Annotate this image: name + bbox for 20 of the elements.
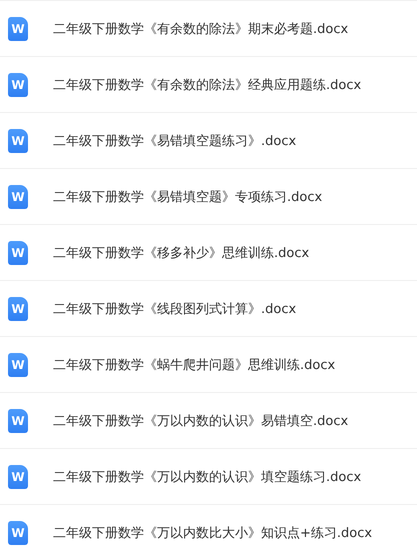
word-file-icon: W	[8, 296, 28, 320]
file-name[interactable]: 二年级下册数学《万以内数的认识》填空题练习.docx	[53, 468, 362, 486]
word-file-icon: W	[8, 408, 28, 432]
word-file-icon: W	[8, 352, 28, 376]
file-name[interactable]: 二年级下册数学《万以内数的认识》易错填空.docx	[53, 412, 348, 430]
file-name[interactable]: 二年级下册数学《有余数的除法》期末必考题.docx	[53, 20, 348, 38]
word-file-icon: W	[8, 184, 28, 208]
file-name[interactable]: 二年级下册数学《易错填空题》专项练习.docx	[53, 188, 322, 206]
file-name[interactable]: 二年级下册数学《线段图列式计算》.docx	[53, 300, 296, 318]
file-name[interactable]: 二年级下册数学《蜗牛爬井问题》思维训练.docx	[53, 356, 336, 374]
word-file-icon: W	[8, 240, 28, 264]
file-name[interactable]: 二年级下册数学《移多补少》思维训练.docx	[53, 244, 310, 262]
word-file-icon: W	[8, 464, 28, 488]
file-name[interactable]: 二年级下册数学《万以内数比大小》知识点+练习.docx	[53, 524, 372, 542]
word-file-icon: W	[8, 72, 28, 96]
file-name[interactable]: 二年级下册数学《有余数的除法》经典应用题练.docx	[53, 76, 362, 94]
word-file-icon: W	[8, 16, 28, 40]
word-file-icon: W	[8, 128, 28, 152]
file-name[interactable]: 二年级下册数学《易错填空题练习》.docx	[53, 132, 296, 150]
word-file-icon: W	[8, 520, 28, 544]
